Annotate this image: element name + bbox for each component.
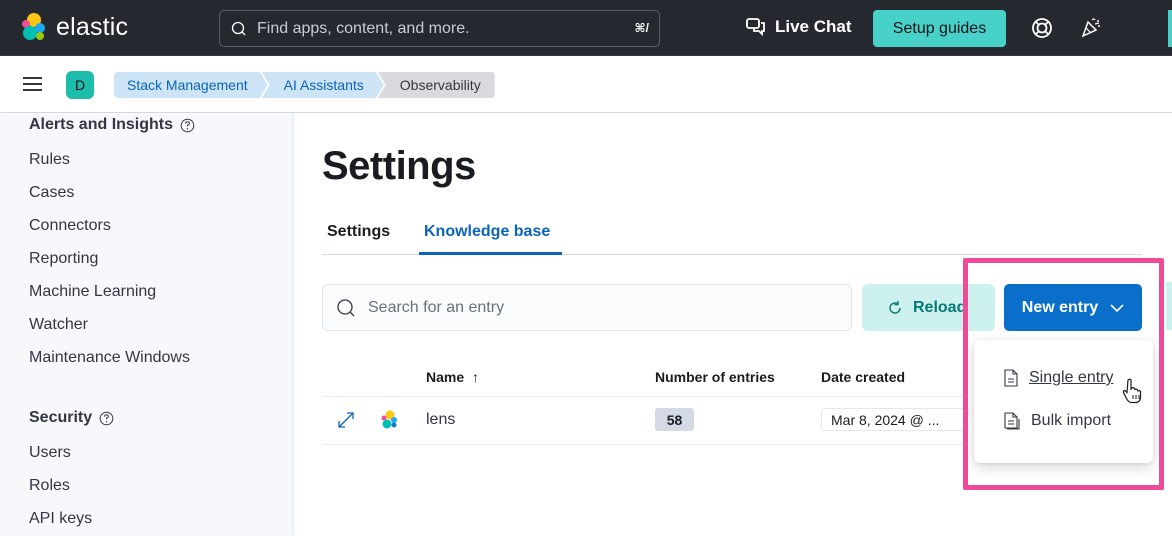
elastic-logo-icon (22, 13, 45, 40)
sidebar-section-alerts-and-insights: Alerts and Insights (29, 116, 195, 134)
tab-bar: Settings Knowledge base (322, 216, 1142, 255)
sidebar-item-maintenance-windows[interactable]: Maintenance Windows (29, 349, 190, 367)
table-cell-name: lens (426, 411, 456, 428)
space-avatar[interactable]: D (66, 71, 94, 99)
sidebar-item-users[interactable]: Users (29, 444, 71, 462)
truncated-header-button[interactable] (1168, 10, 1172, 47)
sort-ascending-icon: ↑ (472, 369, 480, 385)
sidebar-item-roles[interactable]: Roles (29, 477, 70, 495)
breadcrumb: Stack Management AI Assistants Observabi… (114, 72, 495, 98)
sidebar-item-rules[interactable]: Rules (29, 151, 70, 169)
table-divider (322, 396, 962, 397)
sidebar-section-security: Security (29, 409, 114, 427)
tab-settings[interactable]: Settings (327, 223, 390, 241)
sidebar-item-reporting[interactable]: Reporting (29, 250, 98, 268)
column-header-number-of-entries[interactable]: Number of entries (655, 369, 775, 385)
entry-search-placeholder: Search for an entry (368, 298, 505, 316)
pointer-hand-cursor-icon (1122, 378, 1142, 404)
question-circle-icon[interactable] (180, 118, 195, 133)
new-entry-label: New entry (1021, 298, 1099, 316)
search-icon (231, 21, 246, 35)
breadcrumb-stack-management[interactable]: Stack Management (114, 72, 268, 98)
elastic-logo[interactable]: elastic (18, 12, 128, 42)
sidebar-item-machine-learning[interactable]: Machine Learning (29, 283, 156, 301)
column-header-label: Name (426, 369, 465, 385)
expand-row-icon[interactable] (337, 411, 355, 429)
chat-icon (746, 18, 765, 36)
menu-item-bulk-import[interactable]: Bulk import (1003, 412, 1111, 430)
search-shortcut-hint: ⌘/ (634, 21, 649, 35)
bulk-import-label: Bulk import (1031, 412, 1112, 429)
entries-count-badge: 58 (655, 408, 694, 431)
table-cell-date-created: Mar 8, 2024 @ ... (821, 408, 966, 431)
question-circle-icon[interactable] (99, 411, 114, 426)
breadcrumb-ai-assistants[interactable]: AI Assistants (262, 72, 384, 98)
single-entry-label: Single entry (1029, 369, 1114, 386)
global-search-input[interactable]: Find apps, content, and more. ⌘/ (219, 10, 660, 47)
sidebar-item-cases[interactable]: Cases (29, 184, 74, 202)
setup-guides-button[interactable]: Setup guides (873, 10, 1006, 47)
sidebar-heading-label: Security (29, 409, 93, 426)
active-tab-indicator (419, 252, 562, 255)
main-content: Settings Settings Knowledge base Search … (294, 114, 1172, 536)
table-divider (322, 444, 962, 445)
help-lifebuoy-icon[interactable] (1031, 17, 1053, 39)
breadcrumb-bar: D Stack Management AI Assistants Observa… (0, 57, 1172, 113)
new-entry-button[interactable]: New entry (1004, 284, 1142, 331)
reload-label: Reload (913, 298, 967, 316)
document-icon (1004, 369, 1018, 387)
search-icon (337, 298, 355, 316)
live-chat-label: Live Chat (775, 17, 852, 36)
entry-search-input[interactable]: Search for an entry (322, 284, 852, 331)
whats-new-party-icon[interactable] (1080, 16, 1102, 38)
reload-button[interactable]: Reload (862, 284, 995, 331)
column-header-date-created[interactable]: Date created (821, 369, 905, 385)
page-title: Settings (322, 144, 476, 188)
global-search-placeholder: Find apps, content, and more. (257, 19, 470, 37)
management-sidebar: Alerts and Insights Rules Cases Connecto… (0, 114, 293, 536)
refresh-icon (889, 300, 901, 314)
menu-hamburger-icon[interactable] (23, 76, 43, 92)
brand-name: elastic (56, 12, 129, 41)
documents-icon (1004, 412, 1020, 430)
top-header-bar: elastic Find apps, content, and more. ⌘/… (0, 0, 1172, 56)
sidebar-heading-label: Alerts and Insights (29, 116, 174, 133)
sidebar-item-connectors[interactable]: Connectors (29, 217, 111, 235)
sidebar-item-watcher[interactable]: Watcher (29, 316, 88, 334)
column-header-name[interactable]: Name ↑ (426, 369, 479, 385)
live-chat-button[interactable]: Live Chat (746, 17, 852, 37)
menu-item-single-entry[interactable]: Single entry (1003, 369, 1114, 387)
tab-knowledge-base[interactable]: Knowledge base (424, 223, 550, 241)
breadcrumb-observability: Observability (377, 72, 495, 98)
chevron-down-icon (1110, 303, 1124, 312)
truncated-button[interactable] (1166, 282, 1172, 330)
sidebar-item-api-keys[interactable]: API keys (29, 510, 92, 528)
elastic-lens-icon (381, 410, 397, 429)
